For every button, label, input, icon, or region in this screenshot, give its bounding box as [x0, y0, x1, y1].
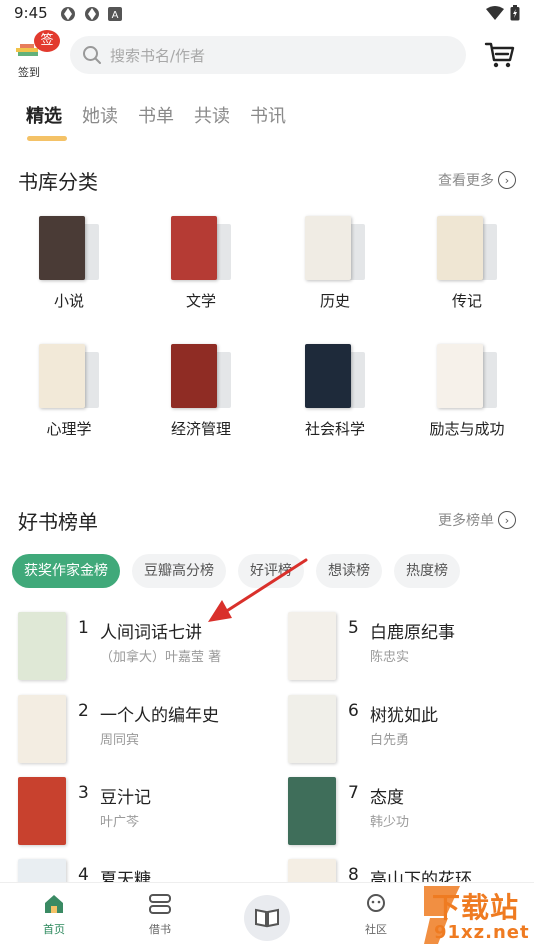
signin-label: 签到 [18, 66, 40, 79]
category-fiction[interactable]: 小说 [14, 212, 124, 311]
rank-title: 人间词话七讲 [100, 623, 202, 643]
rank-number: 6 [348, 701, 359, 721]
chevron-right-icon: › [498, 511, 516, 529]
top-tabs: 精选 她读 书单 共读 书讯 [26, 102, 286, 128]
rank-item[interactable]: 5 白鹿原纪事 陈忠实 [288, 612, 534, 684]
a-letter-text: A [112, 10, 119, 21]
rank-item[interactable]: 2 一个人的编年史 周同宾 [18, 695, 268, 767]
watermark-title: 下载站 [432, 891, 520, 924]
nav-borrow[interactable]: 借书 [130, 893, 190, 937]
tab-featured[interactable]: 精选 [26, 102, 62, 128]
nav-borrow-label: 借书 [149, 923, 171, 936]
category-economics[interactable]: 经济管理 [146, 340, 256, 439]
rank-author: 周同宾 [100, 733, 140, 748]
tab-indicator [27, 136, 67, 141]
category-label: 心理学 [46, 420, 92, 438]
tab-her-reading[interactable]: 她读 [82, 102, 118, 128]
borrow-icon [149, 894, 171, 914]
category-cover [437, 216, 483, 280]
chip-want-to-read[interactable]: 想读榜 [316, 554, 382, 588]
signin-stamp: 签 [34, 30, 60, 52]
status-time: 9:45 [14, 4, 48, 22]
nav-home[interactable]: 首页 [24, 893, 84, 937]
search-bar[interactable]: 搜索书名/作者 [70, 36, 466, 74]
watermark-url: 91xz.net [434, 922, 530, 943]
category-label: 小说 [53, 292, 84, 310]
category-literature[interactable]: 文学 [146, 212, 256, 311]
rank-title: 白鹿原纪事 [370, 623, 455, 643]
home-icon [45, 895, 63, 913]
category-cover [305, 216, 351, 280]
reading-button[interactable] [244, 895, 290, 941]
category-cover [171, 216, 217, 280]
library-more-label: 查看更多 [438, 173, 494, 189]
nav-community[interactable]: 社区 [346, 893, 406, 937]
category-label: 励志与成功 [429, 420, 505, 438]
category-label: 历史 [319, 292, 350, 310]
rank-author: 叶广芩 [100, 815, 140, 830]
rank-item[interactable]: 3 豆汁记 叶广芩 [18, 777, 268, 849]
rank-number: 7 [348, 783, 359, 803]
rank-number: 2 [78, 701, 89, 721]
rank-number: 3 [78, 783, 89, 803]
rank-author: 韩少功 [370, 815, 410, 830]
chevron-right-icon: › [498, 171, 516, 189]
category-biography[interactable]: 传记 [412, 212, 522, 311]
rank-title: 豆汁记 [100, 788, 151, 808]
library-title: 书库分类 [18, 170, 98, 194]
rank-title: 树犹如此 [370, 706, 438, 726]
annotation-arrow-icon [208, 558, 308, 622]
book-cover [288, 695, 336, 763]
cart-icon[interactable] [484, 40, 516, 70]
app-notification-icon [85, 7, 99, 21]
search-icon [83, 46, 101, 64]
rankings-more-label: 更多榜单 [438, 513, 494, 529]
rank-number: 5 [348, 618, 359, 638]
category-self-help[interactable]: 励志与成功 [412, 340, 522, 439]
rank-author: （加拿大）叶嘉莹 著 [100, 650, 222, 665]
book-cover [18, 612, 66, 680]
tab-book-news[interactable]: 书讯 [250, 102, 286, 128]
book-cover [18, 695, 66, 763]
a-letter-icon: A [108, 7, 122, 21]
open-book-icon [255, 908, 279, 928]
category-label: 社会科学 [304, 420, 365, 438]
rank-title: 态度 [370, 788, 404, 808]
rank-author: 陈忠实 [370, 650, 410, 665]
book-cover [18, 777, 66, 845]
rankings-title: 好书榜单 [18, 510, 98, 534]
rank-number: 1 [78, 618, 89, 638]
nav-home-label: 首页 [43, 923, 65, 936]
category-cover [171, 344, 217, 408]
app-notification-icon [61, 7, 75, 21]
category-cover [39, 344, 85, 408]
tab-co-reading[interactable]: 共读 [194, 102, 230, 128]
category-social-science[interactable]: 社会科学 [280, 340, 390, 439]
category-history[interactable]: 历史 [280, 212, 390, 311]
tab-booklists[interactable]: 书单 [138, 102, 174, 128]
chip-award-writers[interactable]: 获奖作家金榜 [12, 554, 120, 588]
search-placeholder: 搜索书名/作者 [110, 46, 206, 65]
category-label: 传记 [451, 292, 482, 310]
chip-popularity[interactable]: 热度榜 [394, 554, 460, 588]
community-icon [367, 894, 385, 912]
category-psychology[interactable]: 心理学 [14, 340, 124, 439]
battery-icon [510, 5, 520, 21]
category-cover [39, 216, 85, 280]
library-more-link[interactable]: 查看更多 › [438, 170, 516, 190]
rank-item[interactable]: 7 态度 韩少功 [288, 777, 534, 849]
status-bar: 9:45 A [0, 0, 534, 28]
wifi-icon [486, 6, 504, 20]
nav-community-label: 社区 [365, 923, 387, 936]
signin-button[interactable]: 签 签到 [14, 30, 60, 80]
rankings-more-link[interactable]: 更多榜单 › [438, 510, 516, 530]
category-cover [305, 344, 351, 408]
category-label: 文学 [185, 292, 216, 310]
book-cover [288, 777, 336, 845]
category-label: 经济管理 [170, 420, 231, 438]
rank-author: 白先勇 [370, 733, 410, 748]
category-cover [437, 344, 483, 408]
rank-item[interactable]: 6 树犹如此 白先勇 [288, 695, 534, 767]
rank-title: 一个人的编年史 [100, 706, 219, 726]
